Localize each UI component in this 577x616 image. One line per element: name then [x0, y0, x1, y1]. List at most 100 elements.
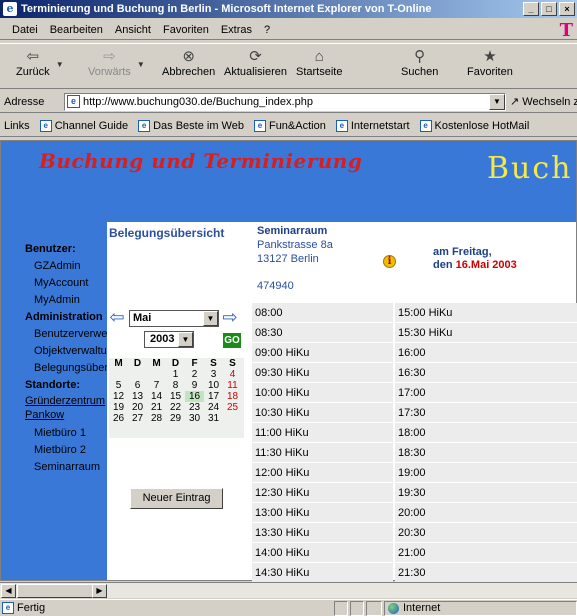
calendar-day[interactable]: 4: [223, 369, 242, 380]
time-slot[interactable]: 16:30: [395, 363, 577, 383]
time-slot[interactable]: 14:00 HiKu: [252, 543, 393, 563]
info-icon[interactable]: i: [383, 255, 396, 268]
time-slot[interactable]: 15:00 HiKu: [395, 303, 577, 323]
link-internetstart[interactable]: e Internetstart: [335, 119, 410, 132]
calendar-day[interactable]: 20: [128, 402, 147, 413]
favorites-button[interactable]: ★ Favoriten: [467, 48, 513, 78]
time-slot[interactable]: 16:00: [395, 343, 577, 363]
calendar-day[interactable]: 13: [128, 391, 147, 402]
month-select[interactable]: Mai ▼: [129, 310, 219, 327]
time-slot[interactable]: 17:00: [395, 383, 577, 403]
calendar-day[interactable]: 7: [147, 380, 166, 391]
time-slot[interactable]: 15:30 HiKu: [395, 323, 577, 343]
nav-item-belegungsuebersicht[interactable]: Belegungsüber: [1, 360, 121, 377]
next-month-arrow-icon[interactable]: ⇨: [220, 308, 240, 328]
time-slot[interactable]: 11:30 HiKu: [252, 443, 393, 463]
calendar-day[interactable]: 21: [147, 402, 166, 413]
nav-item-gzadmin[interactable]: GZAdmin: [1, 258, 121, 275]
time-slot[interactable]: 21:30: [395, 563, 577, 583]
calendar-day[interactable]: 3: [204, 369, 223, 380]
year-select[interactable]: 2003 ▼: [144, 331, 194, 348]
time-slot[interactable]: 09:00 HiKu: [252, 343, 393, 363]
time-slot[interactable]: 20:00: [395, 503, 577, 523]
menu-help[interactable]: ?: [258, 24, 276, 36]
calendar-day[interactable]: 31: [204, 413, 223, 424]
back-button[interactable]: ⇦ Zurück ▼: [16, 48, 64, 78]
calendar-day[interactable]: 24: [204, 402, 223, 413]
time-slot[interactable]: 10:30 HiKu: [252, 403, 393, 423]
refresh-button[interactable]: ⟳ Aktualisieren: [224, 48, 287, 78]
nav-link-pankow[interactable]: Pankow: [1, 408, 121, 422]
nav-item-benutzerverwaltung[interactable]: Benutzerverwe: [1, 326, 121, 343]
time-slot[interactable]: 11:00 HiKu: [252, 423, 393, 443]
horizontal-scrollbar[interactable]: ◀ ▶: [0, 582, 577, 598]
prev-month-arrow-icon[interactable]: ⇦: [107, 308, 127, 328]
scroll-left-icon[interactable]: ◀: [1, 584, 16, 598]
calendar-day[interactable]: 29: [166, 413, 185, 424]
menu-datei[interactable]: Datei: [6, 24, 44, 36]
forward-dropdown-icon[interactable]: ▼: [137, 60, 145, 69]
address-input[interactable]: e http://www.buchung030.de/Buchung_index…: [64, 93, 506, 111]
search-button[interactable]: ⚲ Suchen: [401, 48, 438, 78]
calendar-day[interactable]: 2: [185, 369, 204, 380]
calendar-day[interactable]: 27: [128, 413, 147, 424]
menu-bearbeiten[interactable]: Bearbeiten: [44, 24, 109, 36]
close-button[interactable]: ×: [559, 2, 575, 16]
menu-ansicht[interactable]: Ansicht: [109, 24, 157, 36]
nav-item-myadmin[interactable]: MyAdmin: [1, 292, 121, 309]
time-slot[interactable]: 20:30: [395, 523, 577, 543]
link-channel-guide[interactable]: e Channel Guide: [39, 119, 128, 132]
link-das-beste-im-web[interactable]: e Das Beste im Web: [138, 119, 244, 132]
time-slot[interactable]: 12:30 HiKu: [252, 483, 393, 503]
menu-favoriten[interactable]: Favoriten: [157, 24, 215, 36]
calendar-day[interactable]: 10: [204, 380, 223, 391]
go-button[interactable]: ↗ Wechseln zu: [510, 95, 577, 108]
maximize-button[interactable]: □: [541, 2, 557, 16]
time-slot[interactable]: 13:00 HiKu: [252, 503, 393, 523]
calendar-day[interactable]: 8: [166, 380, 185, 391]
nav-item-mietbuero-2[interactable]: Mietbüro 2: [1, 442, 121, 459]
time-slot[interactable]: 18:30: [395, 443, 577, 463]
calendar-day[interactable]: 19: [109, 402, 128, 413]
menu-extras[interactable]: Extras: [215, 24, 258, 36]
time-slot[interactable]: 08:30: [252, 323, 393, 343]
calendar-day[interactable]: 14: [147, 391, 166, 402]
time-slot[interactable]: 19:30: [395, 483, 577, 503]
stop-button[interactable]: ⊗ Abbrechen: [162, 48, 215, 78]
calendar-day[interactable]: 25: [223, 402, 242, 413]
time-slot[interactable]: 17:30: [395, 403, 577, 423]
home-button[interactable]: ⌂ Startseite: [296, 48, 342, 78]
nav-item-seminarraum[interactable]: Seminarraum: [1, 459, 121, 476]
calendar-go-button[interactable]: GO: [223, 333, 241, 348]
calendar-day[interactable]: 15: [166, 391, 185, 402]
nav-item-myaccount[interactable]: MyAccount: [1, 275, 121, 292]
calendar-day[interactable]: 9: [185, 380, 204, 391]
calendar-day[interactable]: 22: [166, 402, 185, 413]
calendar-day[interactable]: 28: [147, 413, 166, 424]
link-fun-action[interactable]: e Fun&Action: [253, 119, 326, 132]
back-dropdown-icon[interactable]: ▼: [56, 60, 64, 69]
time-slot[interactable]: 14:30 HiKu: [252, 563, 393, 583]
time-slot[interactable]: 12:00 HiKu: [252, 463, 393, 483]
calendar-day[interactable]: 23: [185, 402, 204, 413]
time-slot[interactable]: 09:30 HiKu: [252, 363, 393, 383]
time-slot[interactable]: 18:00: [395, 423, 577, 443]
calendar-day[interactable]: 12: [109, 391, 128, 402]
calendar-day[interactable]: 1: [166, 369, 185, 380]
calendar-day[interactable]: 26: [109, 413, 128, 424]
time-slot[interactable]: 19:00: [395, 463, 577, 483]
time-slot[interactable]: 08:00: [252, 303, 393, 323]
calendar-day[interactable]: 17: [204, 391, 223, 402]
time-slot[interactable]: 13:30 HiKu: [252, 523, 393, 543]
scroll-right-icon[interactable]: ▶: [92, 584, 107, 598]
new-entry-button[interactable]: Neuer Eintrag: [130, 488, 223, 509]
link-kostenlose-hotmail[interactable]: e Kostenlose HotMail: [419, 119, 529, 132]
calendar-day[interactable]: 30: [185, 413, 204, 424]
nav-item-mietbuero-1[interactable]: Mietbüro 1: [1, 425, 121, 442]
nav-link-gruenderzentrum[interactable]: Gründerzentrum: [1, 394, 121, 408]
calendar-day[interactable]: 6: [128, 380, 147, 391]
address-dropdown-icon[interactable]: ▼: [489, 94, 505, 110]
calendar-day[interactable]: 5: [109, 380, 128, 391]
time-slot[interactable]: 10:00 HiKu: [252, 383, 393, 403]
calendar-day[interactable]: 11: [223, 380, 242, 391]
